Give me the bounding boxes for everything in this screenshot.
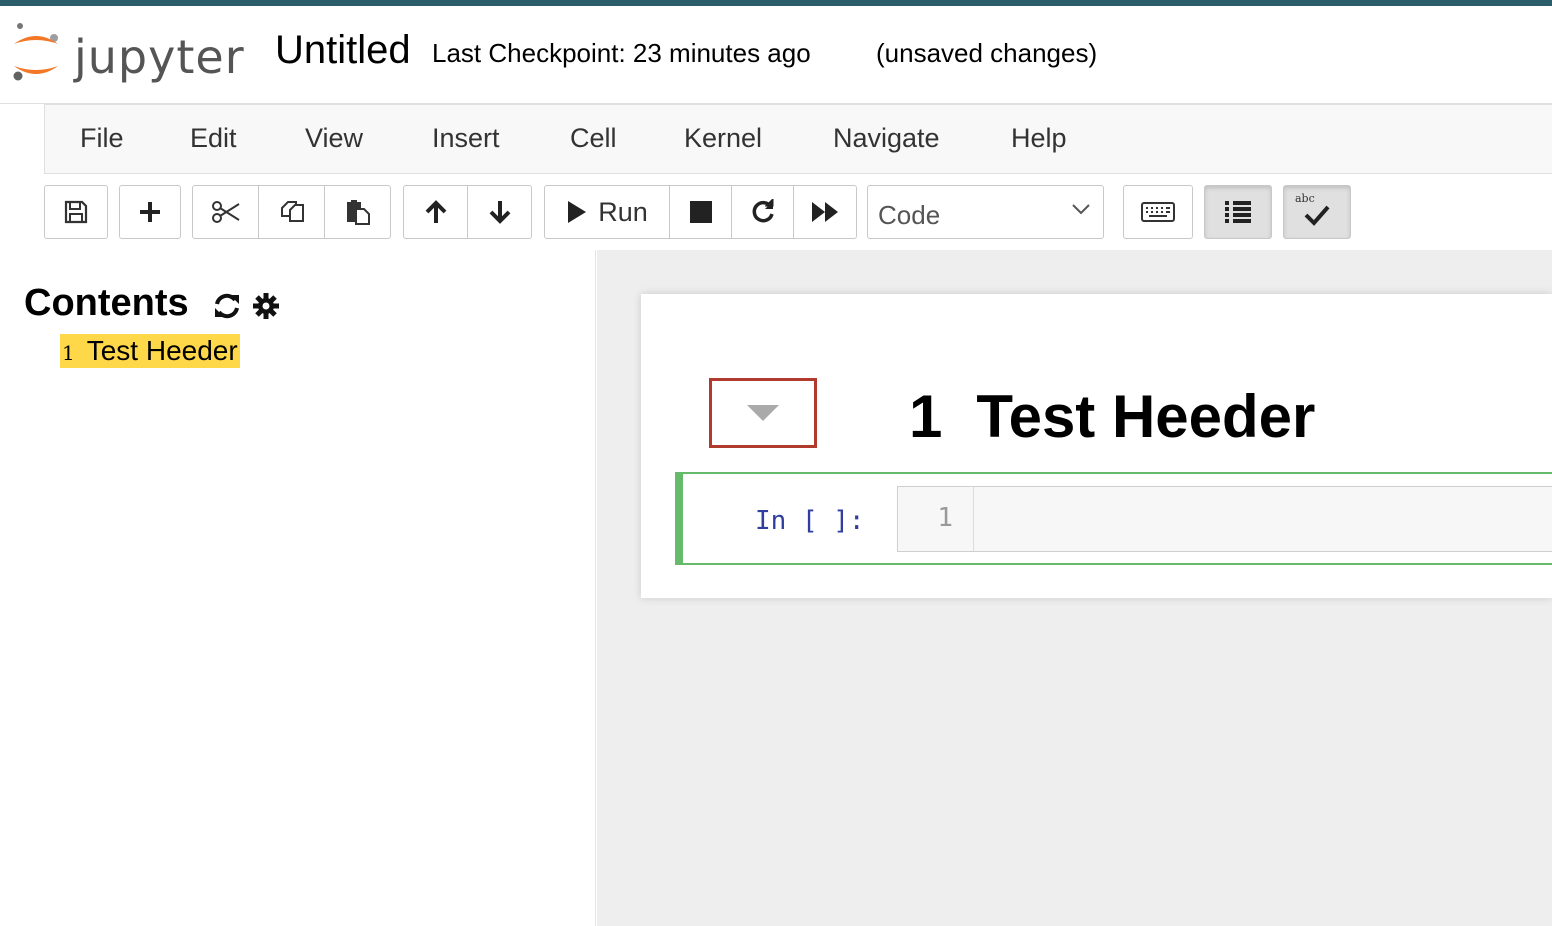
insert-group [119, 185, 181, 239]
toolbar: Run Code abc [0, 174, 1552, 250]
toc-toggle-button[interactable] [1204, 185, 1272, 239]
menu-insert[interactable]: Insert [432, 123, 500, 154]
restart-button[interactable] [731, 185, 794, 239]
toc-group [1204, 185, 1272, 239]
move-group [403, 185, 532, 239]
run-group: Run [544, 185, 857, 239]
line-gutter: 1 [898, 487, 974, 551]
arrow-down-icon [489, 201, 510, 224]
run-label: Run [598, 196, 648, 227]
arrow-up-icon [425, 200, 446, 223]
toc-item-label: Test Heeder [86, 335, 238, 366]
jupyter-logo-icon [13, 23, 58, 81]
restart-icon [752, 199, 774, 223]
copy-button[interactable] [258, 185, 325, 239]
logo-text: jupyter [74, 30, 245, 84]
paste-button[interactable] [324, 185, 391, 239]
play-icon [568, 201, 587, 223]
save-button[interactable] [44, 185, 108, 239]
cell-type-value: Code [878, 200, 941, 230]
stop-icon [689, 201, 712, 223]
notebook-title[interactable]: Untitled [275, 28, 411, 73]
spellcheck-label: abc [1295, 192, 1315, 205]
paste-icon [346, 200, 370, 225]
menu-help[interactable]: Help [1011, 123, 1067, 154]
move-down-button[interactable] [467, 185, 532, 239]
notebook-header: jupyter Untitled Last Checkpoint: 23 min… [0, 6, 1552, 104]
menu-edit[interactable]: Edit [190, 123, 237, 154]
caret-down-icon [747, 405, 779, 421]
toc-item-number: 1 [62, 341, 75, 365]
cell-type-select[interactable]: Code [867, 185, 1104, 239]
spellcheck-button[interactable]: abc [1283, 185, 1351, 239]
clipboard-group [192, 185, 391, 239]
markdown-heading[interactable]: 1 Test Heeder [909, 382, 1315, 451]
save-group [44, 185, 108, 239]
run-all-button[interactable] [793, 185, 857, 239]
cut-button[interactable] [192, 185, 259, 239]
fast-forward-icon [812, 202, 838, 222]
move-up-button[interactable] [403, 185, 468, 239]
list-icon [1225, 201, 1251, 223]
plus-icon [140, 202, 160, 222]
toc-sidebar: Contents 1 Test Heeder [0, 250, 596, 926]
gear-icon[interactable] [252, 292, 280, 320]
checkpoint-status: Last Checkpoint: 23 minutes ago [432, 38, 811, 68]
keyboard-group [1123, 185, 1193, 239]
notebook-area: 1 Test Heeder In [ ]: 1 [597, 250, 1552, 926]
insert-cell-button[interactable] [119, 185, 181, 239]
autosave-status: (unsaved changes) [876, 38, 1098, 68]
toc-title: Contents [24, 282, 189, 324]
heading-number: 1 [909, 383, 943, 450]
interrupt-button[interactable] [669, 185, 732, 239]
menu-navigate[interactable]: Navigate [833, 123, 940, 154]
code-input[interactable]: 1 [897, 486, 1552, 552]
keyboard-icon [1141, 202, 1175, 222]
line-number: 1 [937, 503, 953, 533]
refresh-icon[interactable] [212, 292, 242, 320]
menu-file[interactable]: File [80, 123, 124, 154]
menu-kernel[interactable]: Kernel [684, 123, 762, 154]
heading-text: Test Heeder [976, 383, 1316, 450]
notebook-page: 1 Test Heeder In [ ]: 1 [641, 294, 1552, 598]
spellcheck-icon [1304, 205, 1330, 226]
cut-icon [211, 201, 240, 223]
menu-view[interactable]: View [305, 123, 363, 154]
save-icon [64, 200, 88, 224]
spellcheck-group: abc [1283, 185, 1351, 239]
toc-item[interactable]: 1 Test Heeder [60, 334, 240, 368]
collapse-heading-button[interactable] [709, 378, 817, 448]
jupyter-logo[interactable]: jupyter [10, 20, 250, 86]
input-prompt: In [ ]: [755, 506, 865, 536]
menu-cell[interactable]: Cell [570, 123, 617, 154]
chevron-down-icon [1072, 204, 1090, 215]
code-cell[interactable]: In [ ]: 1 [675, 472, 1552, 565]
copy-icon [280, 201, 304, 222]
menu-bar: File Edit View Insert Cell Kernel Naviga… [44, 104, 1552, 174]
command-palette-button[interactable] [1123, 185, 1193, 239]
run-button[interactable]: Run [544, 185, 670, 239]
